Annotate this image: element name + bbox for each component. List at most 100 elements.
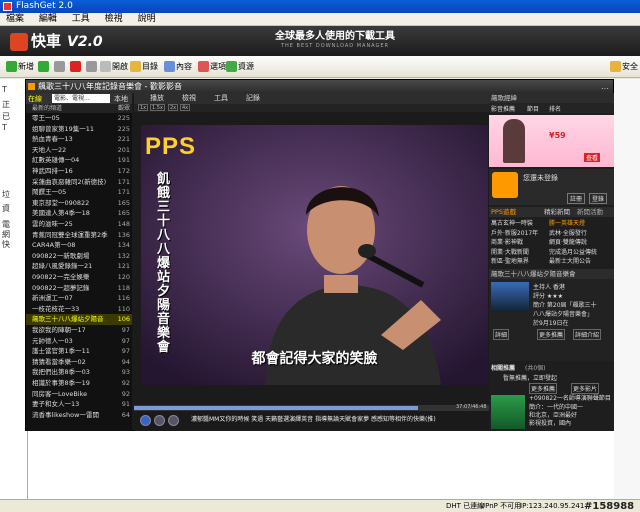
channel-row[interactable]: 090822一新歌劇場 132 [26, 251, 132, 262]
tree-item[interactable]: 快 [2, 239, 10, 250]
speed-1x[interactable]: 1x [138, 104, 149, 111]
channel-row[interactable]: 天地人一22 201 [26, 145, 132, 156]
speed-2x[interactable]: 2x [168, 104, 179, 111]
task-list-area[interactable] [28, 430, 614, 499]
channel-row[interactable]: 我欲我的陣朝一17 97 [26, 325, 132, 336]
tree-item[interactable]: 垃 [2, 189, 10, 200]
channel-row[interactable]: 熱血青春一13 221 [26, 134, 132, 145]
channel-row[interactable]: 新洲運工一07 116 [26, 293, 132, 304]
player-menu-play[interactable]: 播放 [150, 93, 164, 104]
channel-row[interactable]: 相識於事第8季一19 92 [26, 378, 132, 389]
tree-item[interactable]: T [2, 85, 7, 94]
channel-row[interactable]: 流香事likeshow一雷開 64 [26, 410, 132, 421]
channel-row[interactable]: 一枝花枝花一33 110 [26, 304, 132, 315]
tab-local[interactable]: 本地 [114, 94, 128, 104]
toolbar-button-6[interactable]: 目錄 [130, 60, 158, 74]
channel-row[interactable]: 飆歌三十八八爆站夕陽音 106 [26, 314, 132, 325]
game-row[interactable]: 開業·大戰新聞 完成過月公益傳統 [489, 246, 614, 256]
video-vertical-caption: 飢餓三十八八爆站夕陽音樂會 [157, 172, 171, 355]
channel-row[interactable]: 猜猜看當季樂一02 94 [26, 357, 132, 368]
toolbar-button-5[interactable]: 開啟 [100, 60, 128, 74]
detail-intro-button[interactable]: 詳細介紹 [573, 329, 602, 340]
more-recommend-button[interactable]: 更多推薦 [537, 329, 566, 340]
flashget-logo-icon [10, 32, 28, 51]
channel-row[interactable]: 元帥德人一03 97 [26, 336, 132, 347]
tab-online[interactable]: 在線 [28, 94, 42, 104]
toolbar-button-4[interactable] [86, 60, 98, 74]
channel-row[interactable]: 我把們出第8季一03 93 [26, 367, 132, 378]
player-menu-tools[interactable]: 工具 [214, 93, 228, 104]
channel-row[interactable]: 090822一完全娛樂 120 [26, 272, 132, 283]
channel-row[interactable]: CAR4A第一08 134 [26, 240, 132, 251]
channel-name: 我欲我的陣朝一17 [32, 326, 86, 334]
menu-tools[interactable]: 工具 [66, 13, 96, 26]
side-tab-programs[interactable]: 節目 [527, 104, 539, 113]
channel-row[interactable]: 雲的滋味一25 148 [26, 219, 132, 230]
games-section: PPS遊戲 精彩新聞 新開活動 萬古玄神一時裝 勝一英雄天燈 戶外·新服2017年武… [489, 207, 614, 267]
toolbar-button-3[interactable] [70, 60, 82, 74]
channel-row[interactable]: 鬧饌王一05 171 [26, 187, 132, 198]
ad-price: ¥59 [549, 131, 566, 140]
toolbar-button-2[interactable] [54, 60, 66, 74]
channel-row[interactable]: 紅數英雄傳一04 191 [26, 155, 132, 166]
register-button[interactable]: 註冊 [567, 193, 586, 204]
toolbar-button-9[interactable]: 資源 [226, 60, 254, 74]
ad-view-button[interactable]: 查看 [584, 153, 601, 162]
channel-row[interactable]: 姐聊曾家第19集一11 225 [26, 124, 132, 135]
channel-row[interactable]: 青蕉同冠雙全球運重第2季 136 [26, 230, 132, 241]
channel-row[interactable]: 東京部堂一090822 165 [26, 198, 132, 209]
video-frame[interactable]: PPS 飢餓三十八八爆站夕陽音樂會 都會記得大家的笑臉 [141, 125, 488, 385]
channel-row[interactable]: 零王一05 225 [26, 113, 132, 124]
toolbar-button-1[interactable] [38, 60, 50, 74]
menu-file[interactable]: 檔案 [0, 13, 30, 26]
channel-search-input[interactable]: 電影、電視... [52, 94, 110, 103]
channel-viewers: 171 [117, 177, 130, 186]
game-row[interactable]: 商業·影神戰 網頁·雙龍傳說 [489, 236, 614, 246]
side-tab-rank[interactable]: 排名 [549, 104, 561, 113]
channel-name: 青蕉同冠雙全球運重第2季 [32, 230, 108, 239]
tree-item[interactable]: 正 [2, 99, 10, 110]
channel-row[interactable]: 超綠八風愛錄錄一21 121 [26, 261, 132, 272]
channel-row[interactable]: 護士當官第1季一11 97 [26, 346, 132, 357]
stop-button[interactable] [154, 415, 165, 426]
menu-view[interactable]: 檢視 [99, 13, 129, 26]
game-row[interactable]: 萬古玄神一時裝 勝一英雄天燈 [489, 217, 614, 227]
info-line-0: 主持人 香港 [533, 284, 565, 291]
ad-model-image [503, 119, 525, 163]
toolbar-button-10[interactable]: 安全 [610, 60, 638, 74]
detail-button[interactable]: 詳細 [493, 329, 510, 340]
menu-edit[interactable]: 編輯 [33, 13, 63, 26]
game-link[interactable]: 最新士大開公告 [549, 256, 591, 265]
news-ticker[interactable]: 濃郁醬MM又你的時候 笑過 天籟藝選演繹英音 指導無論天賦會家夢 感感知等相伴的… [191, 414, 488, 426]
speed-bar: 1x 1.5x 2x 4x [134, 104, 489, 112]
play-button[interactable] [140, 415, 151, 426]
toolbar-button-7[interactable]: 內容 [164, 60, 192, 74]
tree-item[interactable]: T [2, 123, 7, 132]
side-tab-recommend[interactable]: 影音推薦 [491, 104, 515, 113]
volume-icon[interactable] [168, 415, 179, 426]
channel-viewers: 92 [121, 379, 130, 387]
channel-row[interactable]: 090822一超夢記錄 118 [26, 283, 132, 294]
speed-4x[interactable]: 4x [180, 104, 191, 111]
properties-icon [164, 61, 175, 72]
side-ad-banner[interactable]: ¥59 查看 [489, 115, 614, 167]
speed-1-5x[interactable]: 1.5x [150, 104, 165, 111]
channel-row[interactable]: 妻子和女人一13 91 [26, 399, 132, 410]
game-row[interactable]: 新區·聖地無界 最新士大開公告 [489, 255, 614, 265]
tree-item[interactable]: 資 [2, 203, 10, 214]
channel-row[interactable]: 采蓮曲哀惡雜同2(新德技) 171 [26, 177, 132, 188]
promo-section[interactable]: +090822一名師導演聯聲節目 簡介：一代的中國一 和北京，亞洲最好 影視投資… [489, 393, 614, 431]
toolbar-button-0[interactable]: 新增 [6, 60, 34, 74]
game-row[interactable]: 戶外·新服2017年 武林·全服發行 [489, 227, 614, 237]
menu-help[interactable]: 說明 [132, 13, 162, 26]
toolbar-button-8[interactable]: 選項 [198, 60, 226, 74]
channel-row[interactable]: 同房客一LoveBike 92 [26, 389, 132, 400]
channel-row[interactable]: 美國達人第4季一18 165 [26, 208, 132, 219]
related-count: (共0個) [525, 365, 546, 372]
channel-row[interactable]: 神武四排一16 172 [26, 166, 132, 177]
tree-item[interactable]: 已 [2, 111, 10, 122]
player-menu-view[interactable]: 檢視 [182, 93, 196, 104]
player-menu-record[interactable]: 記錄 [246, 93, 260, 104]
game-link[interactable]: 新區·聖地無界 [491, 256, 529, 265]
login-button[interactable]: 登錄 [589, 193, 608, 204]
